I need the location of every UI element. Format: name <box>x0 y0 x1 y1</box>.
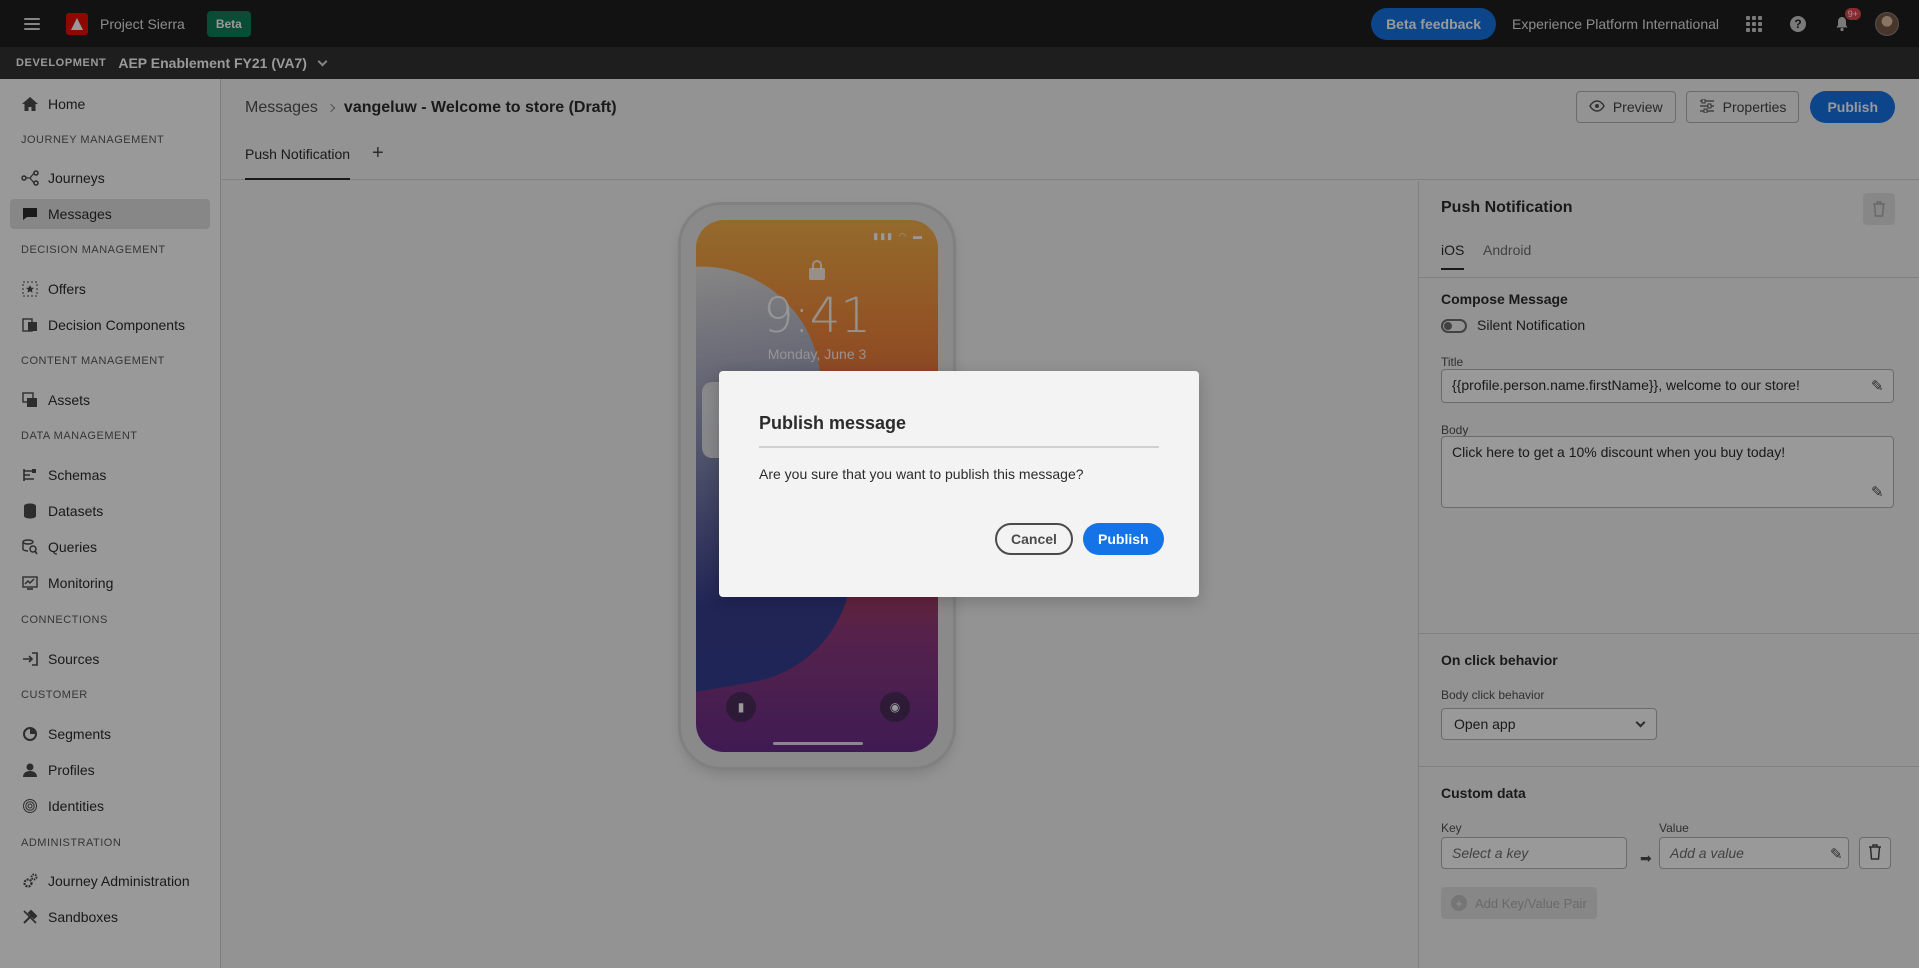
dialog-body-text: Are you sure that you want to publish th… <box>759 466 1084 482</box>
confirm-publish-button[interactable]: Publish <box>1083 523 1164 555</box>
publish-message-dialog: Publish message Are you sure that you wa… <box>719 371 1199 597</box>
cancel-button[interactable]: Cancel <box>995 523 1073 555</box>
dialog-divider <box>759 446 1159 448</box>
dialog-title: Publish message <box>759 413 907 433</box>
